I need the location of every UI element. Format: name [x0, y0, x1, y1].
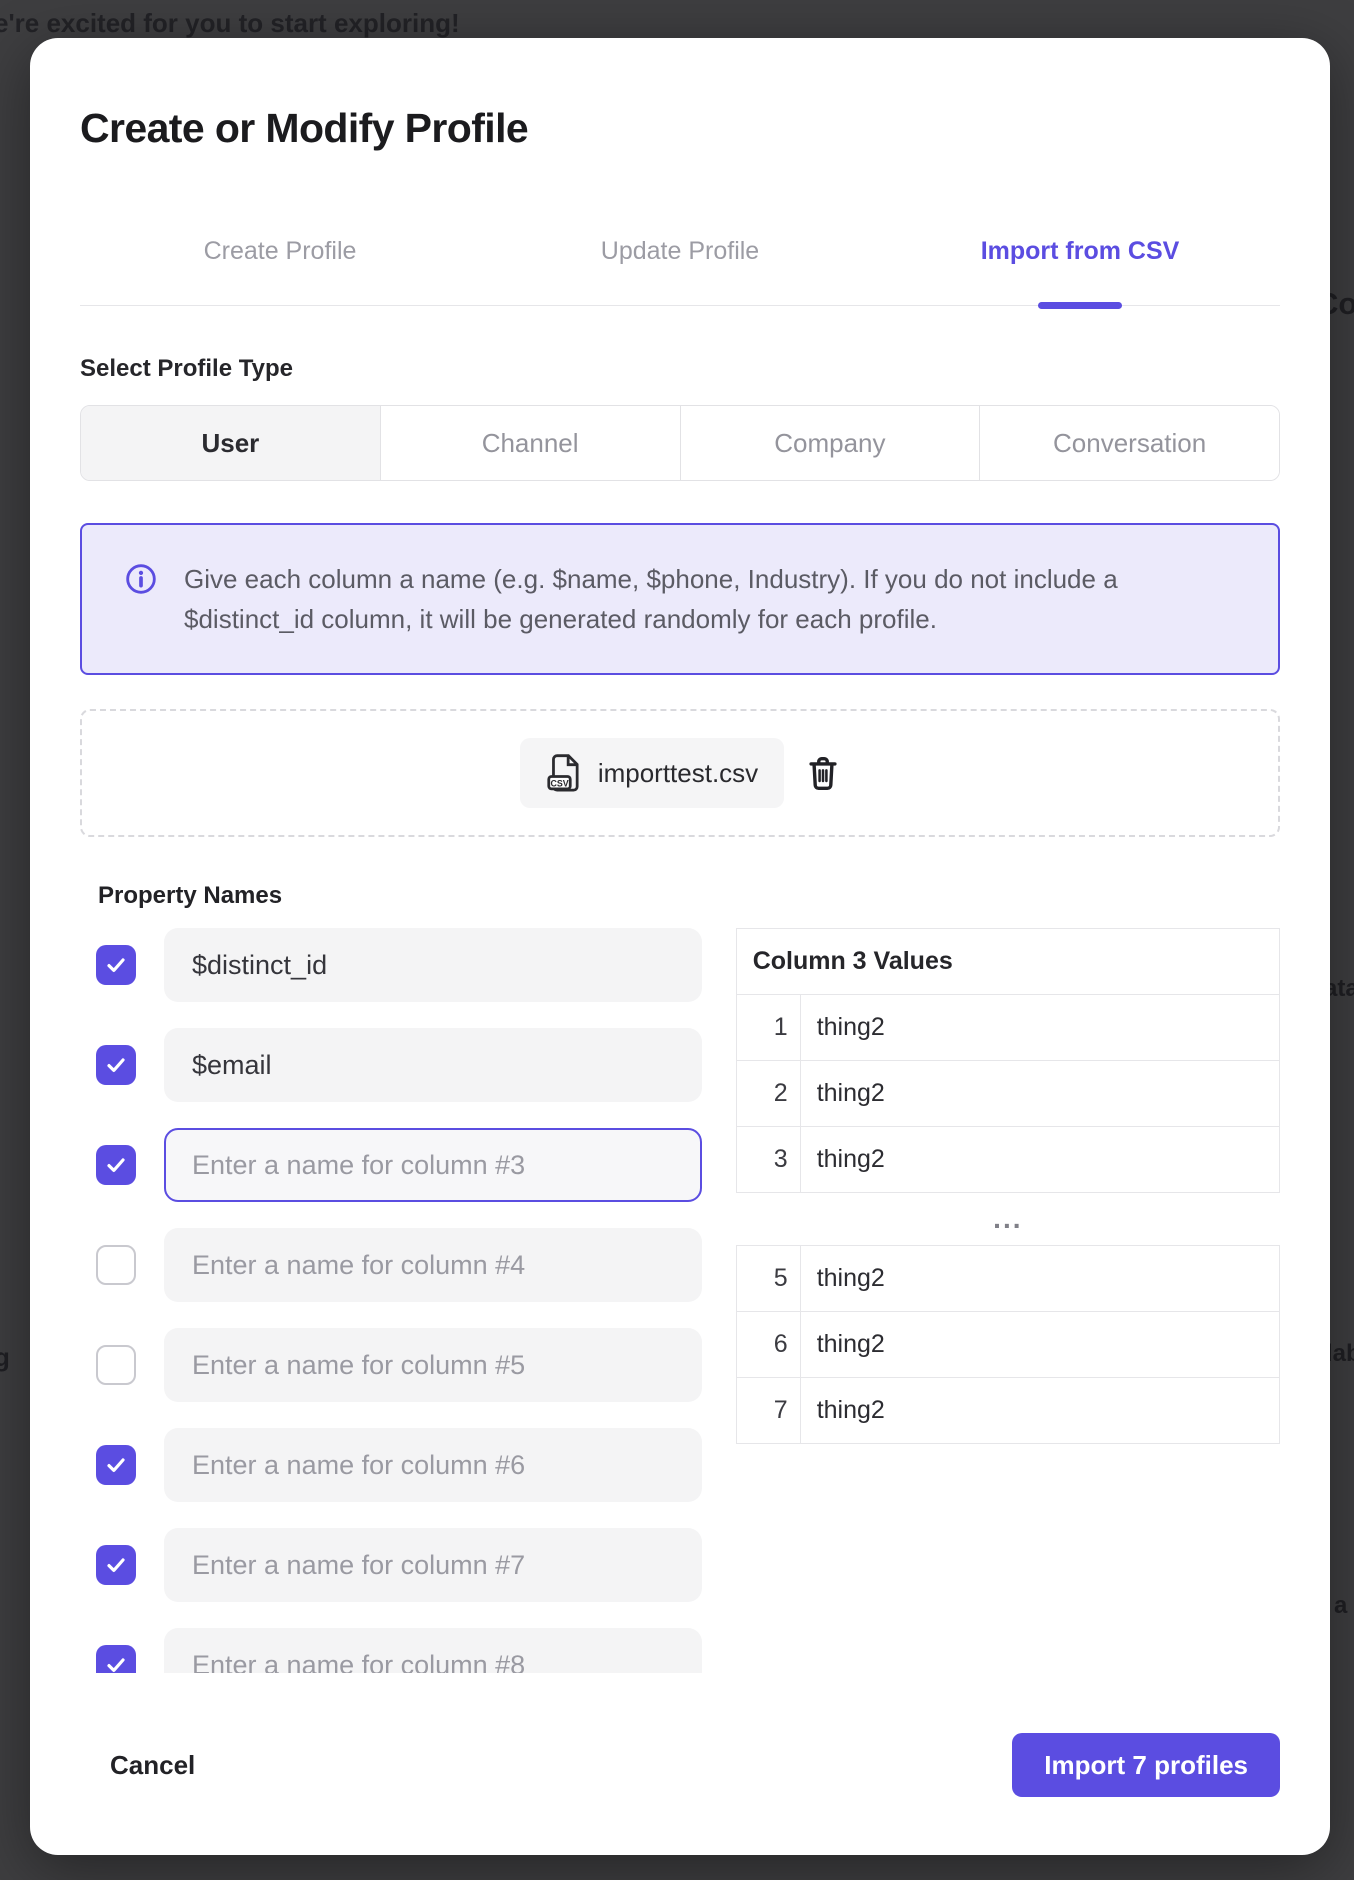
file-name: importtest.csv — [598, 758, 758, 789]
background-text-fragment: lab — [1326, 1340, 1354, 1368]
table-row: 2thing2 — [736, 1061, 1279, 1127]
row-index: 1 — [736, 995, 800, 1061]
import-profiles-button[interactable]: Import 7 profiles — [1012, 1733, 1280, 1797]
checkbox-column-8[interactable] — [96, 1645, 136, 1673]
cancel-button[interactable]: Cancel — [104, 1749, 201, 1782]
ellipsis-separator: ... — [736, 1193, 1280, 1245]
check-icon — [104, 1053, 128, 1077]
delete-file-button[interactable] — [806, 754, 840, 792]
property-row-2 — [96, 1028, 702, 1102]
tab-import-from-csv[interactable]: Import from CSV — [880, 236, 1280, 305]
table-row: 1thing2 — [736, 995, 1279, 1061]
import-mapping-area: Column 3 Values1thing22thing23thing2 ...… — [80, 928, 1280, 1673]
table-row: 7thing2 — [736, 1378, 1279, 1444]
property-name-input-2[interactable] — [164, 1028, 702, 1102]
trash-icon — [806, 754, 840, 792]
table-row: 3thing2 — [736, 1127, 1279, 1193]
segment-user[interactable]: User — [81, 406, 381, 480]
row-index: 3 — [736, 1127, 800, 1193]
csv-dropzone[interactable]: CSV importtest.csv — [80, 709, 1280, 837]
check-icon — [104, 953, 128, 977]
property-name-input-7[interactable] — [164, 1528, 702, 1602]
check-icon — [104, 1153, 128, 1177]
column-values-table-top: Column 3 Values1thing22thing23thing2 — [736, 928, 1280, 1193]
property-row-6 — [96, 1428, 702, 1502]
row-value: thing2 — [800, 1246, 1279, 1312]
column-values-table-bottom: 5thing26thing27thing2 — [736, 1245, 1280, 1444]
column-values-preview: Column 3 Values1thing22thing23thing2 ...… — [736, 928, 1280, 1444]
property-name-input-8[interactable] — [164, 1628, 702, 1673]
csv-file-icon: CSV — [546, 752, 582, 794]
checkbox-column-4[interactable] — [96, 1245, 136, 1285]
property-name-input-1[interactable] — [164, 928, 702, 1002]
table-row: 6thing2 — [736, 1312, 1279, 1378]
checkbox-column-7[interactable] — [96, 1545, 136, 1585]
checkbox-column-5[interactable] — [96, 1345, 136, 1385]
segment-company[interactable]: Company — [681, 406, 981, 480]
check-icon — [104, 1653, 128, 1673]
row-index: 7 — [736, 1378, 800, 1444]
profile-type-label: Select Profile Type — [80, 354, 1280, 383]
svg-text:CSV: CSV — [550, 778, 568, 788]
checkbox-column-6[interactable] — [96, 1445, 136, 1485]
row-value: thing2 — [800, 1061, 1279, 1127]
modal-tabs: Create ProfileUpdate ProfileImport from … — [80, 236, 1280, 306]
property-name-input-3[interactable] — [164, 1128, 702, 1202]
info-icon — [124, 562, 158, 601]
modal-footer: Cancel Import 7 profiles — [80, 1733, 1280, 1797]
property-row-5 — [96, 1328, 702, 1402]
checkbox-column-3[interactable] — [96, 1145, 136, 1185]
property-row-4 — [96, 1228, 702, 1302]
info-banner: Give each column a name (e.g. $name, $ph… — [80, 523, 1280, 675]
create-or-modify-profile-modal: Create or Modify Profile Create ProfileU… — [30, 38, 1330, 1855]
segment-conversation[interactable]: Conversation — [980, 406, 1279, 480]
background-text-fragment: a — [1334, 1592, 1347, 1620]
segment-channel[interactable]: Channel — [381, 406, 681, 480]
row-index: 6 — [736, 1312, 800, 1378]
check-icon — [104, 1453, 128, 1477]
property-row-8 — [96, 1628, 702, 1673]
profile-type-selector: UserChannelCompanyConversation — [80, 405, 1280, 481]
property-names-label: Property Names — [98, 881, 1280, 910]
property-name-input-4[interactable] — [164, 1228, 702, 1302]
file-chip: CSV importtest.csv — [520, 738, 784, 808]
checkbox-column-2[interactable] — [96, 1045, 136, 1085]
row-value: thing2 — [800, 1378, 1279, 1444]
tab-create-profile[interactable]: Create Profile — [80, 236, 480, 305]
row-value: thing2 — [800, 1127, 1279, 1193]
table-row: 5thing2 — [736, 1246, 1279, 1312]
row-index: 2 — [736, 1061, 800, 1127]
property-row-3 — [96, 1128, 702, 1202]
property-row-7 — [96, 1528, 702, 1602]
page-title: Create or Modify Profile — [80, 104, 1280, 152]
row-value: thing2 — [800, 1312, 1279, 1378]
tab-update-profile[interactable]: Update Profile — [480, 236, 880, 305]
row-value: thing2 — [800, 995, 1279, 1061]
property-name-input-6[interactable] — [164, 1428, 702, 1502]
property-name-input-5[interactable] — [164, 1328, 702, 1402]
row-index: 5 — [736, 1246, 800, 1312]
background-text: e're excited for you to start exploring! — [0, 8, 460, 39]
property-row-1 — [96, 928, 702, 1002]
info-text: Give each column a name (e.g. $name, $ph… — [184, 559, 1124, 639]
checkbox-column-1[interactable] — [96, 945, 136, 985]
check-icon — [104, 1553, 128, 1577]
table-header: Column 3 Values — [736, 929, 1279, 995]
property-rows-list — [96, 928, 702, 1673]
background-text-fragment: g — [0, 1342, 10, 1373]
